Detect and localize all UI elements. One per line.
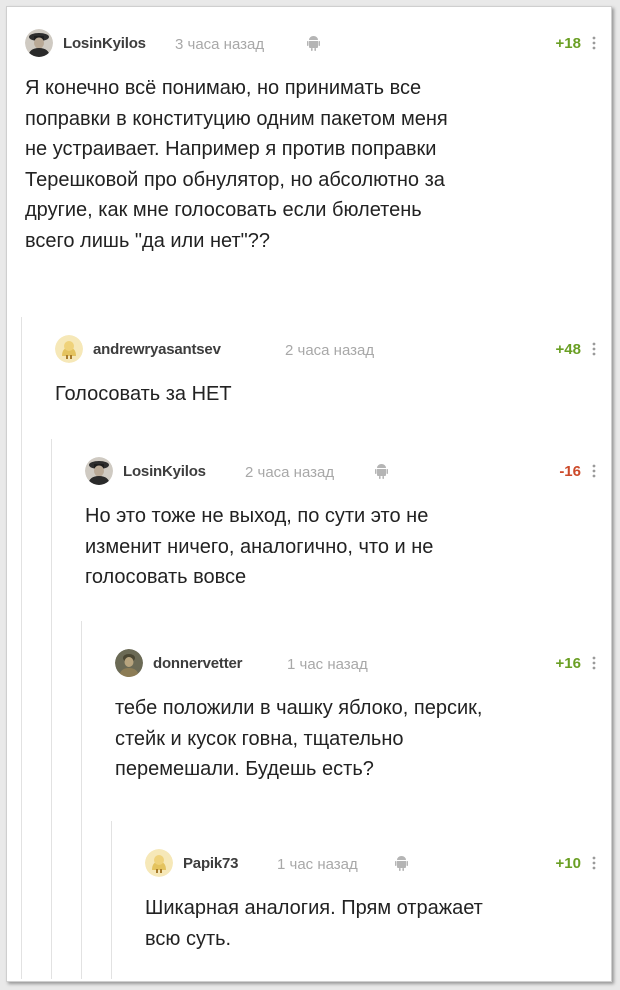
username[interactable]: LosinKyilos [63,35,146,52]
more-vertical-icon[interactable] [591,462,597,480]
more-vertical-icon[interactable] [591,34,597,52]
username[interactable]: andrewryasantsev [93,341,221,358]
thread-line[interactable] [81,621,82,979]
comment-text: Шикарная аналогия. Прям отражает всю сут… [145,897,483,950]
timestamp[interactable]: 2 часа назад [285,342,374,359]
android-icon [375,463,388,479]
username[interactable]: LosinKyilos [123,463,206,480]
rating: +18 [555,35,581,52]
rating: +10 [555,855,581,872]
rating: +48 [555,341,581,358]
comment-header: andrewryasantsev 2 часа назад +48 [55,335,611,365]
username[interactable]: Papik73 [183,855,239,872]
timestamp[interactable]: 3 часа назад [175,36,264,53]
comment-header: LosinKyilos 2 часа назад -16 [85,457,611,487]
thread-line[interactable] [21,317,22,979]
comment-text: Но это тоже не выход, по сути это не изм… [85,505,434,588]
avatar-default-icon [55,335,83,363]
comment-thread: LosinKyilos 3 часа назад +18 Я конечно в… [6,6,612,982]
android-icon [307,35,320,51]
avatar-portrait-icon [115,649,143,677]
thread-line[interactable] [111,821,112,979]
avatar[interactable] [25,29,53,57]
avatar[interactable] [145,849,173,877]
more-vertical-icon[interactable] [591,654,597,672]
rating: +16 [555,655,581,672]
avatar[interactable] [115,649,143,677]
comment-header: donnervetter 1 час назад +16 [115,649,611,679]
timestamp[interactable]: 1 час назад [277,856,358,873]
comment-text: тебе положили в чашку яблоко, персик, ст… [115,697,483,780]
more-vertical-icon[interactable] [591,854,597,872]
avatar-soldier-icon [25,29,53,57]
timestamp[interactable]: 2 часа назад [245,464,334,481]
thread-line[interactable] [51,439,52,979]
comment-text: Я конечно всё понимаю, но принимать все … [25,77,448,252]
timestamp[interactable]: 1 час назад [287,656,368,673]
comment-header: LosinKyilos 3 часа назад +18 [25,29,611,59]
avatar[interactable] [55,335,83,363]
avatar-soldier-icon [85,457,113,485]
android-icon [395,855,408,871]
avatar[interactable] [85,457,113,485]
comment-header: Papik73 1 час назад +10 [145,849,611,879]
comment-text: Голосовать за НЕТ [55,383,232,405]
username[interactable]: donnervetter [153,655,242,672]
avatar-default-icon [145,849,173,877]
more-vertical-icon[interactable] [591,340,597,358]
rating: -16 [559,463,581,480]
